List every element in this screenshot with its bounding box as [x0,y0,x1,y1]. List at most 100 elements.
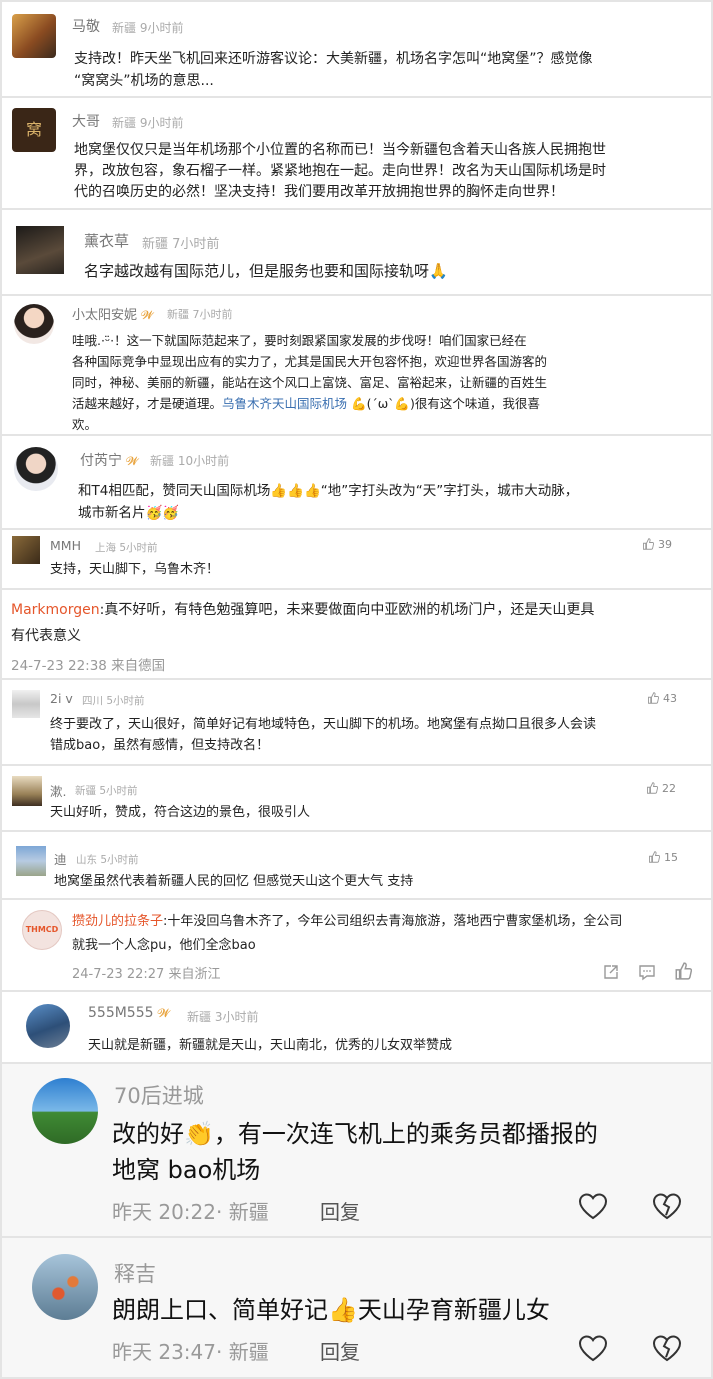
like-button[interactable]: 15 [648,851,678,864]
thumb-up-icon[interactable] [674,962,692,980]
comment-card: MMH 上海 5小时前 39 支持，天山脚下，乌鲁木齐！ [2,530,711,588]
avatar[interactable] [26,1004,70,1048]
like-button[interactable]: 43 [647,692,677,705]
comment-meta: 上海 5小时前 [95,540,158,555]
avatar[interactable] [12,14,56,58]
commenter-name[interactable]: 释吉 [114,1258,156,1288]
avatar-text: THMCD [25,925,59,934]
avatar[interactable]: THMCD [22,910,62,950]
commenter-name[interactable]: 70后进城 [114,1080,204,1110]
comment-text: 改的好👏，有一次连飞机上的乘务员都播报的 地窝 bao机场 [112,1120,598,1184]
comment-text: 地窝堡虽然代表着新疆人民的回忆 但感觉天山这个更大气 支持 [54,874,414,889]
commenter-name-text: 小太阳安妮 [72,308,138,323]
comment-card: THMCD 攒劲儿的拉条子:十年没回乌鲁木齐了，今年公司组织去青海旅游，落地西宁… [2,900,711,990]
commenter-name[interactable]: 迪 [54,849,67,868]
comment-text: 和T4相匹配，赞同天山国际机场👍👍👍“地”字打头改为“天”字打头，城市大动脉， … [78,483,579,521]
comment-meta: 新疆 7小时前 [167,306,233,322]
dislike-heart-icon[interactable] [652,1192,682,1220]
comment-card: 窝 大哥 新疆 9小时前 地窝堡仅仅只是当年机场那个小位置的名称而已！当今新疆包… [2,98,711,208]
reply-button[interactable]: 回复 [320,1196,360,1225]
avatar[interactable] [16,846,46,876]
comment-text: 终于要改了，天山很好，简单好记有地域特色，天山脚下的机场。地窝堡有点拗口且很多人… [50,717,597,753]
comment-meta: 新疆 3小时前 [187,1008,258,1025]
comment-meta: 新疆 5小时前 [75,783,138,798]
comment-meta: 山东 5小时前 [76,852,139,867]
avatar[interactable] [16,226,64,274]
comment-text: 朗朗上口、简单好记👍天山孕育新疆儿女 [112,1296,550,1324]
comment-card: 释吉 朗朗上口、简单好记👍天山孕育新疆儿女 昨天 23:47· 新疆 回复 [2,1238,711,1377]
dislike-heart-icon[interactable] [652,1334,682,1362]
like-count: 22 [662,782,676,795]
reply-button[interactable]: 回复 [320,1336,360,1365]
commenter-name[interactable]: 2i v [50,691,73,706]
avatar[interactable] [32,1254,98,1320]
comment-text: 攒劲儿的拉条子:十年没回乌鲁木齐了，今年公司组织去青海旅游，落地西宁曹家堡机场，… [72,914,623,953]
comment-meta: 新疆 7小时前 [142,233,219,252]
avatar[interactable] [14,447,58,491]
like-button[interactable]: 39 [642,538,672,551]
comment-icon[interactable] [638,963,656,981]
location: 新疆 [150,454,175,468]
comment-text: 天山好听，赞成，符合这边的景色，很吸引人 [50,805,311,820]
timestamp: 5小时前 [119,542,158,554]
verified-badge-icon: 𝓦 [126,454,139,468]
avatar[interactable] [12,536,40,564]
share-icon[interactable] [602,963,620,981]
comment-card: 迪 山东 5小时前 15 地窝堡虽然代表着新疆人民的回忆 但感觉天山这个更大气 … [2,832,711,898]
commenter-name[interactable]: 薰衣草 [84,230,129,251]
timestamp: 5小时前 [99,785,138,797]
commenter-name[interactable]: Markmorgen [11,602,100,618]
comment-meta: 昨天 20:22· 新疆 [112,1200,269,1224]
location: 新疆 [167,308,189,321]
timestamp: 7小时前 [192,308,233,321]
heart-icon[interactable] [578,1334,608,1362]
timestamp: 5小时前 [106,695,145,707]
avatar[interactable] [12,690,40,718]
location: 新疆 [187,1010,212,1024]
comment-text: 天山就是新疆，新疆就是天山，天山南北，优秀的儿女双举赞成 [88,1038,453,1053]
commenter-name[interactable]: 555M555 𝓦 [88,1005,170,1021]
location: 新疆 [142,237,169,252]
comment-meta: 昨天 23:47· 新疆 [112,1340,269,1364]
thumb-up-icon [649,851,661,863]
comment-card: Markmorgen:真不好听，有特色勉强算吧，未来要做面向中亚欧洲的机场门户，… [2,590,711,678]
timestamp: 9小时前 [139,21,184,35]
comment-meta: 新疆 9小时前 [112,114,183,131]
avatar[interactable]: 窝 [12,108,56,152]
comment-text: Markmorgen:真不好听，有特色勉强算吧，未来要做面向中亚欧洲的机场门户，… [11,602,595,644]
comment-meta: 四川 5小时前 [82,693,145,708]
comment-card: 漱. 新疆 5小时前 22 天山好听，赞成，符合这边的景色，很吸引人 [2,766,711,830]
verified-badge-icon: 𝓦 [157,1006,171,1020]
timestamp: 9小时前 [139,116,184,130]
like-count: 43 [663,692,677,705]
avatar[interactable] [14,304,54,344]
timestamp: 5小时前 [100,854,139,866]
comment-text: 支持改！昨天坐飞机回来还听游客议论：大美新疆，机场名字怎叫“地窝堡”？感觉像 “… [74,51,593,89]
heart-icon[interactable] [578,1192,608,1220]
thumb-up-icon [647,782,659,794]
like-count: 39 [658,538,672,551]
commenter-name[interactable]: 攒劲儿的拉条子 [72,914,163,929]
comment-meta: 24-7-23 22:38 来自德国 [11,658,166,674]
verified-badge-icon: 𝓦 [141,308,154,322]
commenter-name[interactable]: MMH [50,538,81,553]
comment-text: 名字越改越有国际范儿，但是服务也要和国际接轨呀🙏 [84,262,448,280]
comment-meta: 新疆 10小时前 [150,452,229,469]
comment-card: 70后进城 改的好👏，有一次连飞机上的乘务员都播报的 地窝 bao机场 昨天 2… [2,1064,711,1236]
commenter-name[interactable]: 大哥 [72,111,100,131]
avatar[interactable] [32,1078,98,1144]
location: 上海 [95,542,116,554]
location: 新疆 [75,785,96,797]
commenter-name[interactable]: 漱. [50,781,66,800]
location: 山东 [76,854,97,866]
avatar[interactable] [12,776,42,806]
commenter-name[interactable]: 小太阳安妮 𝓦 [72,304,154,323]
airport-link[interactable]: 乌鲁木齐天山国际机场 [222,396,347,411]
commenter-name[interactable]: 马敬 [72,16,100,36]
location: 新疆 [112,21,137,35]
like-count: 15 [664,851,678,864]
like-button[interactable]: 22 [646,782,676,795]
comment-text: 哇哦.·ᵕ̈·！这一下就国际范起来了，要时刻跟紧国家发展的步伐呀！咱们国家已经在… [72,330,547,434]
comment-card: 555M555 𝓦 新疆 3小时前 天山就是新疆，新疆就是天山，天山南北，优秀的儿… [2,992,711,1062]
commenter-name[interactable]: 付芮宁 𝓦 [80,450,139,470]
